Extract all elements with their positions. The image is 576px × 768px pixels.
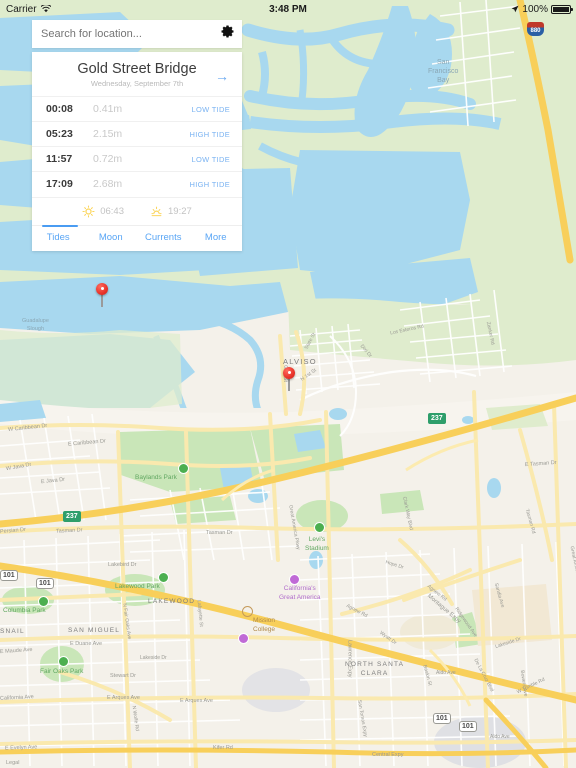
- tab-currents[interactable]: Currents: [137, 232, 190, 243]
- great-america-icon: [289, 574, 300, 585]
- pin-dot: [287, 371, 291, 374]
- status-right: 100%: [511, 3, 573, 15]
- tide-row: 00:08 0.41m LOW TIDE: [32, 96, 242, 121]
- battery-full-icon: [551, 4, 573, 14]
- location-date: Wednesday, September 7th: [90, 79, 184, 88]
- highway-shield-237: 237: [63, 511, 81, 522]
- search-bar[interactable]: [32, 20, 242, 48]
- next-day-arrow-icon[interactable]: →: [215, 69, 229, 83]
- highway-shield-101: 101: [433, 713, 451, 724]
- alviso-pin[interactable]: [283, 367, 295, 391]
- tide-card: Gold Street Bridge Wednesday, September …: [32, 20, 242, 251]
- tide-time: 05:23: [46, 128, 73, 140]
- tide-type: LOW TIDE: [191, 154, 230, 164]
- levis-stadium-icon: [314, 522, 325, 533]
- columbia-park-icon: [38, 596, 49, 607]
- baylands-park-icon: [178, 463, 189, 474]
- tab-more[interactable]: More: [190, 232, 243, 243]
- tide-time: 17:09: [46, 178, 73, 190]
- sunset-item: 19:27: [150, 205, 192, 218]
- gold-street-bridge-pin[interactable]: [96, 283, 108, 307]
- search-input[interactable]: [41, 28, 220, 40]
- tide-list: 00:08 0.41m LOW TIDE 05:23 2.15m HIGH TIDE 11:…: [32, 96, 242, 196]
- panel-header: Gold Street Bridge Wednesday, September …: [32, 52, 242, 96]
- tide-type: LOW TIDE: [191, 104, 230, 114]
- status-bar: Carrier 3:48 PM 100%: [0, 0, 576, 18]
- mission-college-icon: [242, 606, 253, 617]
- tide-type: HIGH TIDE: [189, 179, 230, 189]
- tide-height: 0.41m: [93, 103, 123, 115]
- tide-panel: Gold Street Bridge Wednesday, September …: [32, 52, 242, 251]
- tide-time: 11:57: [46, 153, 73, 165]
- fair-oaks-park-icon: [58, 656, 69, 667]
- lakewood-park-icon: [158, 572, 169, 583]
- tide-row: 05:23 2.15m HIGH TIDE: [32, 121, 242, 146]
- tab-moon[interactable]: Moon: [85, 232, 138, 243]
- highway-shield-237: 237: [428, 413, 446, 424]
- location-title: Gold Street Bridge: [77, 61, 197, 77]
- sunrise-time: 06:43: [100, 206, 124, 217]
- highway-shield-880: 880: [527, 22, 544, 36]
- tide-row: 17:09 2.68m HIGH TIDE: [32, 171, 242, 196]
- gear-icon[interactable]: [220, 24, 235, 44]
- pin-head: [96, 283, 108, 295]
- location-arrow-icon: [512, 5, 519, 13]
- highway-shield-101: 101: [0, 570, 18, 581]
- tide-row: 11:57 0.72m LOW TIDE: [32, 146, 242, 171]
- pin-dot: [100, 287, 104, 290]
- sunrise-icon: [82, 205, 95, 218]
- app-screen: San Francisco Bay Guadalupe Slough ALVISO LAKE…: [0, 0, 576, 768]
- tide-time: 00:08: [46, 103, 73, 115]
- battery-percent-label: 100%: [522, 3, 548, 15]
- status-time: 3:48 PM: [269, 3, 307, 15]
- tide-height: 2.15m: [93, 128, 123, 140]
- sunrise-item: 06:43: [82, 205, 124, 218]
- theme-park-icon: [238, 633, 249, 644]
- sunset-icon: [151, 206, 162, 217]
- tide-height: 0.72m: [93, 153, 123, 165]
- highway-shield-101: 101: [459, 721, 477, 732]
- panel-tabs[interactable]: Tides Moon Currents More: [32, 224, 243, 249]
- tide-height: 2.68m: [93, 178, 123, 190]
- tide-type: HIGH TIDE: [189, 129, 230, 139]
- pin-head: [283, 367, 295, 379]
- tab-tides[interactable]: Tides: [32, 232, 85, 243]
- sun-times-row: 06:43 19:27: [32, 197, 242, 225]
- sunset-time: 19:27: [168, 206, 192, 217]
- highway-shield-101: 101: [36, 578, 54, 589]
